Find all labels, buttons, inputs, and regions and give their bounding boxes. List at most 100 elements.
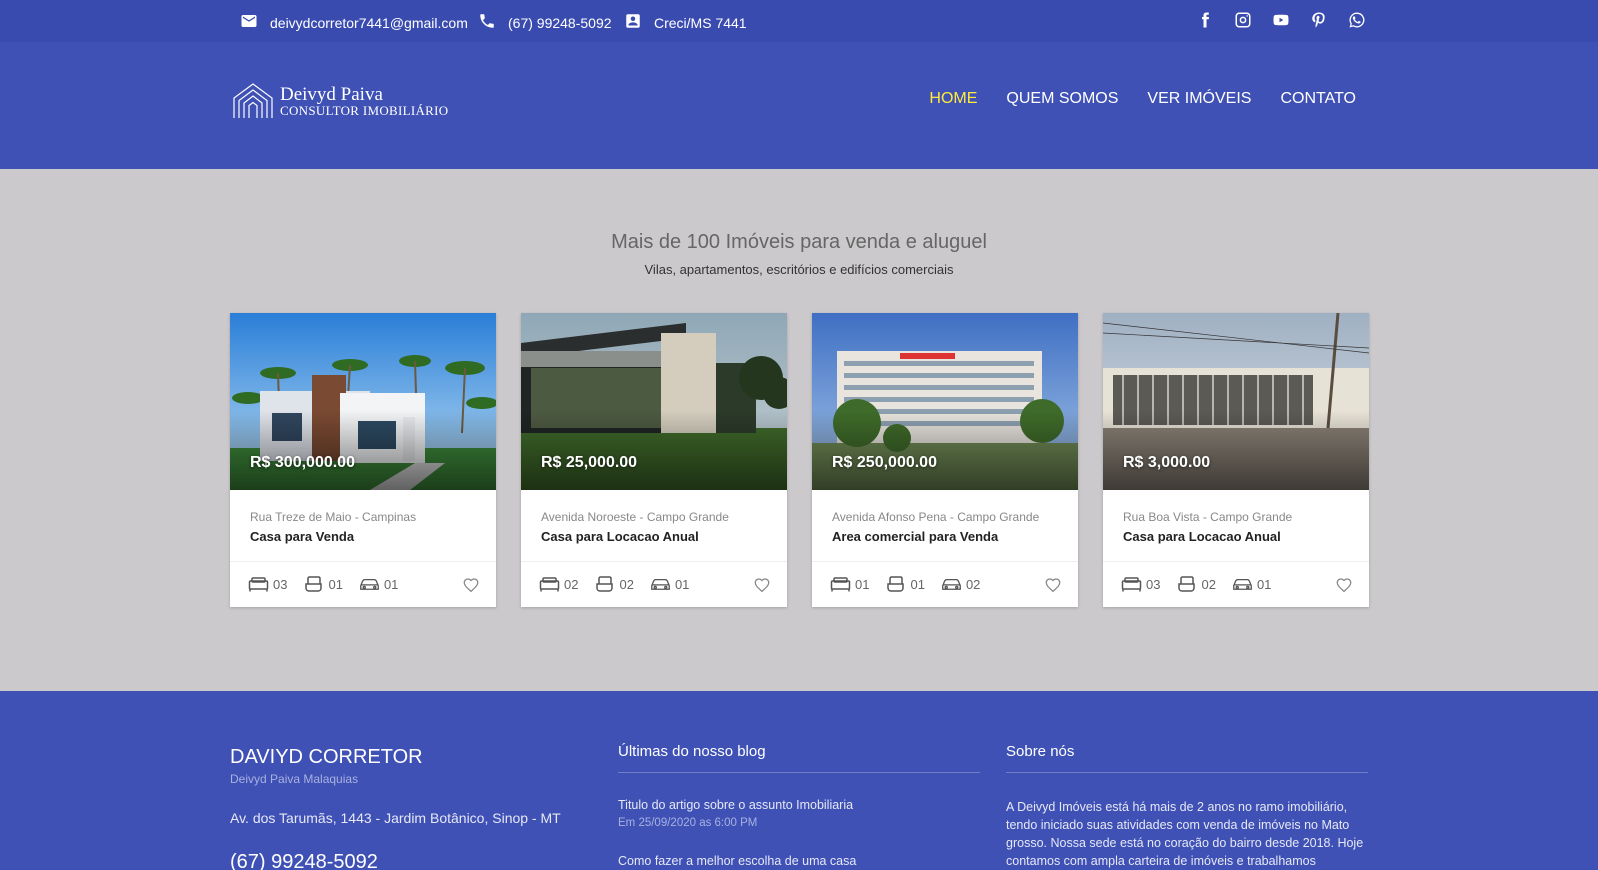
card-divider: [812, 561, 1078, 562]
email-icon: [240, 12, 258, 33]
listing-features: 03 01 01: [248, 575, 398, 593]
bathrooms-count: 02: [1201, 576, 1216, 592]
top-bar: deivydcorretor7441@gmail.com (67) 99248-…: [0, 0, 1598, 42]
bed-icon: [248, 577, 269, 592]
car-icon: [1233, 578, 1252, 590]
bathtub-icon: [305, 576, 323, 592]
main-nav: HOME QUEM SOMOS VER IMÓVEIS CONTATO: [929, 90, 1356, 108]
bedrooms-count: 01: [855, 576, 870, 592]
footer-address: Av. dos Tarumãs, 1443 - Jardim Botânico,…: [230, 810, 561, 826]
garage-count: 01: [383, 576, 399, 592]
facebook-icon[interactable]: [1196, 11, 1214, 29]
listing-address: Rua Treze de Maio - Campinas: [250, 510, 417, 524]
listing-features: 01 01 02: [830, 575, 980, 593]
pinterest-icon[interactable]: [1310, 11, 1328, 29]
instagram-icon[interactable]: [1234, 11, 1252, 29]
bedrooms: 02: [539, 575, 578, 593]
footer-phone[interactable]: (67) 99248-5092: [230, 851, 378, 870]
car-icon: [651, 578, 670, 590]
garage: 01: [359, 575, 398, 593]
listing-features: 03 02 01: [1121, 575, 1271, 593]
bathrooms: 01: [303, 575, 343, 593]
bedrooms-count: 02: [564, 576, 579, 592]
garage: 01: [650, 575, 689, 593]
card-divider: [230, 561, 496, 562]
garage: 01: [1232, 575, 1271, 593]
listing-price: R$ 250,000.00: [832, 454, 937, 471]
listing-title[interactable]: Casa para Venda: [250, 529, 354, 544]
bathtub-icon: [887, 576, 905, 592]
bedrooms: 03: [1121, 575, 1160, 593]
listing-title[interactable]: Area comercial para Venda: [832, 529, 998, 544]
favorite-heart-icon[interactable]: [462, 576, 480, 594]
favorite-heart-icon[interactable]: [1335, 576, 1353, 594]
footer-brand-subtitle: Deivyd Paiva Malaquias: [230, 772, 359, 786]
property-photo[interactable]: R$ 25,000.00: [521, 313, 787, 490]
favorite-heart-icon[interactable]: [1044, 576, 1062, 594]
phone-contact[interactable]: (67) 99248-5092: [478, 12, 612, 33]
site-footer: DAVIYD CORRETOR Deivyd Paiva Malaquias A…: [0, 691, 1598, 870]
phone-icon: [478, 12, 496, 33]
card-divider: [1103, 561, 1369, 562]
blog-post-date: Em 25/09/2020 as 6:00 PM: [618, 817, 758, 829]
whatsapp-icon[interactable]: [1348, 11, 1366, 29]
email-text: deivydcorretor7441@gmail.com: [270, 14, 468, 31]
card-divider: [521, 561, 787, 562]
blog-post-title[interactable]: Como fazer a melhor escolha de uma casa: [618, 854, 856, 868]
about-text: A Deivyd Imóveis está há mais de 2 anos …: [1006, 800, 1364, 868]
listing-title[interactable]: Casa para Locacao Anual: [541, 529, 699, 544]
garage: 02: [941, 575, 980, 593]
listing-card[interactable]: R$ 3,000.00 Rua Boa Vista - Campo Grande…: [1103, 313, 1369, 607]
favorite-heart-icon[interactable]: [753, 576, 771, 594]
bed-icon: [830, 577, 851, 592]
listing-address: Avenida Noroeste - Campo Grande: [541, 510, 729, 524]
property-photo[interactable]: R$ 3,000.00: [1103, 313, 1369, 490]
footer-brand-title: DAVIYD CORRETOR: [230, 746, 423, 768]
nav-ver-imoveis[interactable]: VER IMÓVEIS: [1147, 90, 1251, 108]
creci-info: Creci/MS 7441: [624, 12, 747, 33]
main-header: Deivyd Paiva CONSULTOR IMOBILIÁRIO HOME …: [0, 42, 1598, 169]
bedrooms-count: 03: [1146, 576, 1161, 592]
nav-home[interactable]: HOME: [929, 90, 977, 108]
creci-text: Creci/MS 7441: [654, 14, 747, 31]
bathrooms: 02: [1176, 575, 1216, 593]
nav-contato[interactable]: CONTATO: [1280, 90, 1356, 108]
bathrooms: 02: [594, 575, 634, 593]
house-logo-icon: [233, 83, 273, 118]
bed-icon: [1121, 577, 1142, 592]
section-subtitle: Vilas, apartamentos, escritórios e edifí…: [644, 262, 954, 277]
listing-price: R$ 300,000.00: [250, 454, 355, 471]
listing-title[interactable]: Casa para Locacao Anual: [1123, 529, 1281, 544]
contact-card-icon: [624, 12, 642, 33]
social-links: [1196, 11, 1366, 29]
garage-count: 01: [674, 576, 690, 592]
blog-heading: Últimas do nosso blog: [618, 743, 766, 760]
listing-address: Avenida Afonso Pena - Campo Grande: [832, 510, 1040, 524]
listing-features: 02 02 01: [539, 575, 689, 593]
section-title: Mais de 100 Imóveis para venda e aluguel: [611, 231, 987, 253]
brand-subtitle: CONSULTOR IMOBILIÁRIO: [280, 103, 449, 118]
brand-logo[interactable]: Deivyd Paiva CONSULTOR IMOBILIÁRIO: [232, 82, 448, 120]
property-photo[interactable]: R$ 300,000.00: [230, 313, 496, 490]
nav-quem-somos[interactable]: QUEM SOMOS: [1006, 90, 1118, 108]
bathrooms: 01: [885, 575, 925, 593]
phone-text: (67) 99248-5092: [508, 14, 612, 31]
brand-name: Deivyd Paiva: [280, 84, 383, 105]
bathtub-icon: [1178, 576, 1196, 592]
listing-card[interactable]: R$ 250,000.00 Avenida Afonso Pena - Camp…: [812, 313, 1078, 607]
property-photo[interactable]: R$ 250,000.00: [812, 313, 1078, 490]
bedrooms: 01: [830, 575, 869, 593]
email-contact[interactable]: deivydcorretor7441@gmail.com: [240, 12, 468, 33]
listing-card[interactable]: R$ 300,000.00 Rua Treze de Maio - Campin…: [230, 313, 496, 607]
listing-card[interactable]: R$ 25,000.00 Avenida Noroeste - Campo Gr…: [521, 313, 787, 607]
blog-post-title[interactable]: Titulo do artigo sobre o assunto Imobili…: [618, 798, 853, 812]
car-icon: [360, 578, 379, 590]
bedrooms-count: 03: [273, 576, 288, 592]
youtube-icon[interactable]: [1272, 11, 1290, 29]
bed-icon: [539, 577, 560, 592]
garage-count: 02: [965, 576, 981, 592]
listing-address: Rua Boa Vista - Campo Grande: [1123, 510, 1293, 524]
footer-divider: [1006, 772, 1368, 773]
bathrooms-count: 02: [619, 576, 634, 592]
bathrooms-count: 01: [328, 576, 343, 592]
